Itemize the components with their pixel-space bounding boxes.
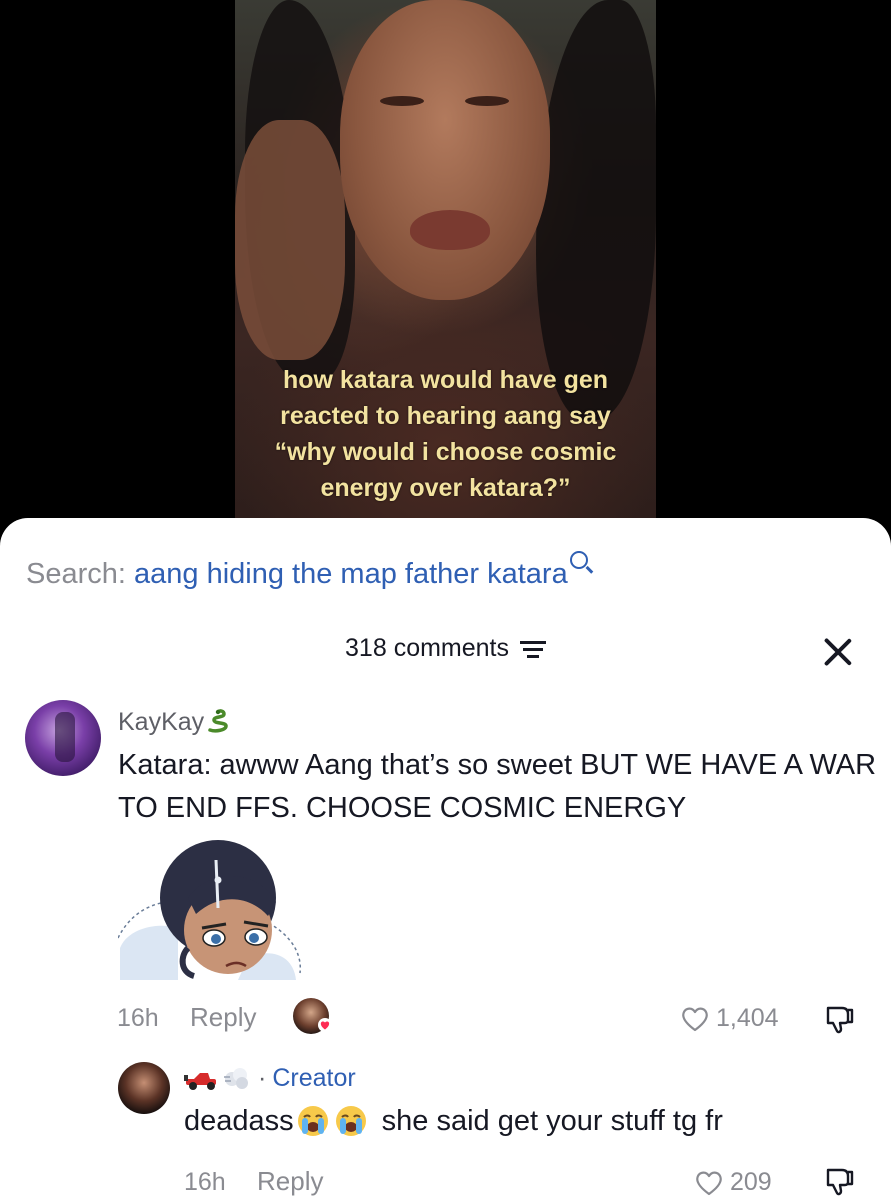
heart-outline-icon	[696, 1171, 722, 1195]
comment-text: Katara: awww Aang that’s so sweet BUT WE…	[118, 749, 877, 824]
creator-label: Creator	[272, 1064, 356, 1092]
avatar[interactable]	[25, 700, 101, 776]
like-count: 1,404	[716, 1004, 779, 1032]
heart-badge-icon	[318, 1018, 332, 1032]
katara-sticker-image[interactable]	[118, 838, 308, 980]
sort-icon[interactable]	[519, 639, 546, 659]
caption-line: reacted to hearing aang say	[280, 402, 611, 430]
like-count: 209	[730, 1168, 772, 1196]
video-hair-right	[536, 0, 656, 420]
video-lips	[410, 210, 490, 250]
video-eye-left	[380, 96, 424, 106]
dislike-icon[interactable]	[822, 1164, 856, 1198]
like-button[interactable]: 1,404	[680, 1004, 779, 1033]
reply-button[interactable]: Reply	[257, 1166, 323, 1197]
like-button[interactable]: 209	[694, 1168, 772, 1197]
search-query-link[interactable]: aang hiding the map father katara	[134, 558, 568, 590]
video-face	[340, 0, 550, 300]
comment-timestamp: 16h	[117, 1004, 159, 1032]
dash-emoji-icon	[224, 1067, 248, 1089]
heart-outline-icon	[682, 1007, 708, 1031]
video-player[interactable]: how katara would have gen reacted to hea…	[0, 0, 891, 560]
dislike-icon[interactable]	[822, 1002, 856, 1036]
caption-line: how katara would have gen	[282, 366, 609, 394]
loudly-crying-emoji-icon	[297, 1106, 328, 1136]
comments-count: 318 comments	[345, 634, 509, 662]
loudly-crying-emoji-icon	[335, 1106, 366, 1136]
caption-line: “why would i choose cosmic	[274, 438, 617, 466]
video-hand	[235, 120, 345, 360]
username-text: KayKay	[118, 708, 205, 736]
search-icon[interactable]	[569, 551, 588, 569]
comments-sheet: Search: aang hiding the map father katar…	[0, 518, 891, 1200]
close-icon[interactable]	[822, 636, 854, 668]
search-suggestion[interactable]: Search: aang hiding the map father katar…	[26, 551, 588, 591]
creator-avatar[interactable]	[118, 1062, 170, 1114]
separator-dot: ·	[258, 1064, 267, 1092]
caption-line: energy over katara?”	[320, 474, 571, 502]
race-car-emoji-icon	[184, 1072, 216, 1090]
creator-name-row[interactable]: · Creator	[184, 1064, 356, 1093]
comment-username[interactable]: KayKay	[118, 704, 232, 737]
comment-timestamp: 16h	[184, 1168, 226, 1196]
reply-button[interactable]: Reply	[190, 1002, 256, 1033]
search-prefix: Search:	[26, 558, 126, 590]
video-eye-right	[465, 96, 509, 106]
comments-header: 318 comments	[0, 634, 891, 663]
snake-emoji-icon	[208, 709, 228, 733]
comment-text: deadass she said get your stuff tg fr	[184, 1104, 723, 1138]
video-caption: how katara would have gen reacted to hea…	[235, 362, 656, 506]
comment-text-end: she said get your stuff tg fr	[381, 1104, 723, 1137]
comment-text-start: deadass	[184, 1104, 294, 1137]
